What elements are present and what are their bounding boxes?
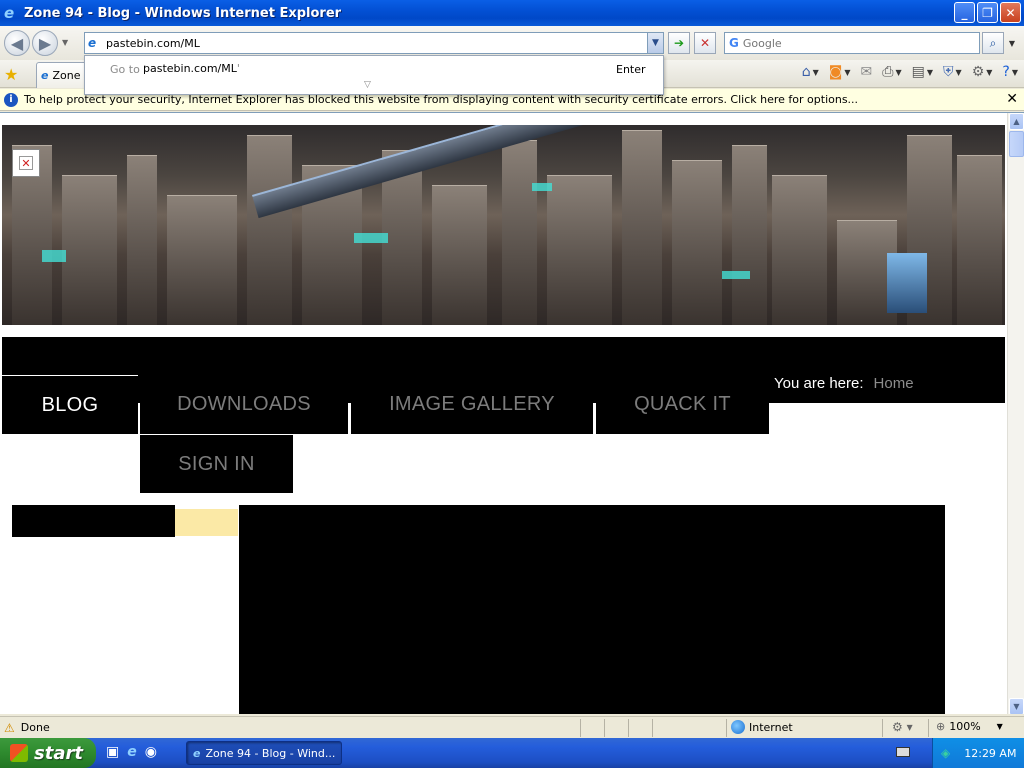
breadcrumb-home-link[interactable]: Home (874, 375, 914, 392)
header-banner-image (2, 125, 1005, 325)
address-input[interactable] (106, 36, 626, 50)
system-tray: ◈ 12:29 AM (932, 738, 1024, 768)
tools-menu-button[interactable]: ⚙ ▼ (972, 64, 993, 80)
taskbar-button-ie[interactable]: e Zone 94 - Blog - Wind... (186, 741, 342, 765)
minimize-button[interactable]: _ (954, 2, 975, 23)
stop-button[interactable]: ✕ (694, 32, 716, 54)
main-content-block (239, 505, 945, 714)
windows-taskbar: start ▣ e ◉ e Zone 94 - Blog - Wind... ◈… (0, 738, 1024, 768)
page-icon: e (88, 36, 97, 50)
taskbar-ie-icon: e (193, 746, 201, 760)
back-button[interactable]: ◀ (4, 30, 30, 56)
globe-icon (731, 720, 745, 734)
close-button[interactable]: ✕ (1000, 2, 1021, 23)
command-bar: ⌂ ▼ ◙ ▼ ✉ ⎙ ▼ ▤ ▼ ⛨ ▼ ⚙ ▼ ? ▼ (802, 64, 1018, 80)
sidebar-header-block (12, 505, 175, 537)
scroll-thumb[interactable] (1009, 131, 1024, 157)
broken-image-placeholder: ✕ (12, 149, 40, 177)
address-autocomplete[interactable]: Go to ' pastebin.com/ML' Enter ▽ (84, 55, 664, 95)
page-viewport[interactable]: ✕ BLOG DOWNLOADS IMAGE GALLERY QUACK IT … (0, 112, 1024, 714)
tab-label: Zone (52, 69, 81, 82)
network-icon[interactable]: ◈ (941, 746, 950, 760)
autocomplete-suffix: ' (236, 62, 240, 75)
breadcrumb: You are here: Home (774, 375, 914, 392)
quicklaunch-media-icon[interactable]: ◉ (145, 744, 157, 760)
status-bar: ⚠ Done Internet ⚙ ▾ ⊕ 100% ▼ (0, 716, 1024, 738)
google-icon: G (729, 36, 739, 50)
shield-icon: ⛨ (943, 64, 954, 80)
autocomplete-url[interactable]: pastebin.com/ML' (143, 62, 240, 75)
scroll-up-button[interactable]: ▲ (1009, 113, 1024, 130)
start-label: start (34, 742, 83, 764)
printer-icon: ⎙ (882, 64, 894, 80)
nav-item-quack-it[interactable]: QUACK IT (596, 375, 769, 434)
zoom-icon: ⊕ (936, 720, 946, 733)
mail-button[interactable]: ✉ (861, 64, 873, 80)
nav-item-image-gallery[interactable]: IMAGE GALLERY (351, 375, 593, 434)
go-button[interactable]: ➔ (668, 32, 690, 54)
nav-gap (769, 403, 1005, 503)
safety-menu-button[interactable]: ⛨ ▼ (943, 64, 962, 80)
start-button[interactable]: start (0, 738, 96, 768)
windows-flag-icon (10, 744, 28, 762)
security-zone[interactable]: Internet (731, 720, 793, 734)
autocomplete-expand-icon[interactable]: ▽ (364, 80, 371, 90)
page-menu-icon: ▤ (911, 64, 925, 80)
maximize-button[interactable]: ❐ (977, 2, 998, 23)
vertical-scrollbar[interactable]: ▲ ▼ (1007, 113, 1024, 714)
quicklaunch-explorer-icon[interactable]: ▣ (106, 744, 119, 760)
broken-image-icon: ✕ (19, 156, 33, 170)
favorites-star-icon[interactable]: ★ (4, 65, 18, 84)
help-icon: ? (1002, 64, 1010, 80)
autocomplete-prefix: Go to ' (110, 63, 147, 76)
zoom-control[interactable]: ⊕ 100% ▼ (936, 720, 1003, 733)
gear-icon: ⚙ (971, 64, 985, 80)
tab-page-icon: e (41, 69, 49, 82)
taskbar-button-label: Zone 94 - Blog - Wind... (205, 746, 336, 760)
sidebar-accent-block (175, 509, 238, 536)
zoom-dropdown-icon: ▼ (996, 722, 1003, 731)
home-button[interactable]: ⌂ ▼ (802, 64, 819, 80)
scroll-down-button[interactable]: ▼ (1009, 698, 1024, 714)
magnifier-icon: ⌕ (989, 35, 997, 50)
help-button[interactable]: ? ▼ (1002, 64, 1018, 80)
clock[interactable]: 12:29 AM (964, 747, 1016, 760)
status-text: Done (20, 721, 50, 734)
ie-logo-icon: e (4, 4, 15, 22)
autocomplete-enter-hint: Enter (616, 63, 646, 76)
breadcrumb-label: You are here: (774, 375, 864, 392)
search-options-dropdown[interactable]: ▼ (1005, 32, 1019, 54)
nav-item-downloads[interactable]: DOWNLOADS (140, 375, 348, 434)
info-icon: i (4, 92, 18, 107)
security-zone-label: Internet (749, 720, 793, 734)
keyboard-icon[interactable] (896, 747, 910, 757)
title-bar[interactable]: e Zone 94 - Blog - Windows Internet Expl… (0, 0, 1024, 26)
protected-mode-icon[interactable]: ⚙ ▾ (892, 720, 913, 734)
quicklaunch-ie-icon[interactable]: e (127, 744, 137, 760)
page-menu-button[interactable]: ▤ ▼ (912, 64, 933, 80)
window-title: Zone 94 - Blog - Windows Internet Explor… (24, 5, 342, 21)
page-status-icon: ⚠ (4, 720, 15, 735)
print-button[interactable]: ⎙ ▼ (882, 64, 901, 80)
quick-launch: ▣ e ◉ (106, 744, 157, 760)
window-controls: _ ❐ ✕ (954, 2, 1021, 23)
recent-pages-dropdown[interactable]: ▼ (62, 38, 68, 47)
rss-icon: ◙ (828, 64, 843, 80)
forward-button[interactable]: ▶ (32, 30, 58, 56)
search-button[interactable]: ⌕ (982, 32, 1004, 54)
feeds-button[interactable]: ◙ ▼ (829, 64, 851, 80)
nav-item-sign-in[interactable]: SIGN IN (140, 435, 293, 493)
search-box[interactable]: G (724, 32, 980, 54)
address-dropdown-button[interactable]: ▼ (647, 33, 663, 53)
mail-icon: ✉ (860, 64, 873, 80)
zoom-level: 100% (949, 720, 981, 733)
home-icon: ⌂ (801, 64, 811, 80)
search-input[interactable] (742, 36, 963, 50)
autocomplete-url-text: pastebin.com/ML (143, 62, 237, 75)
nav-item-blog[interactable]: BLOG (2, 375, 138, 434)
address-bar[interactable]: e ▼ (84, 32, 664, 54)
information-bar-close-button[interactable]: ✕ (1006, 91, 1018, 107)
